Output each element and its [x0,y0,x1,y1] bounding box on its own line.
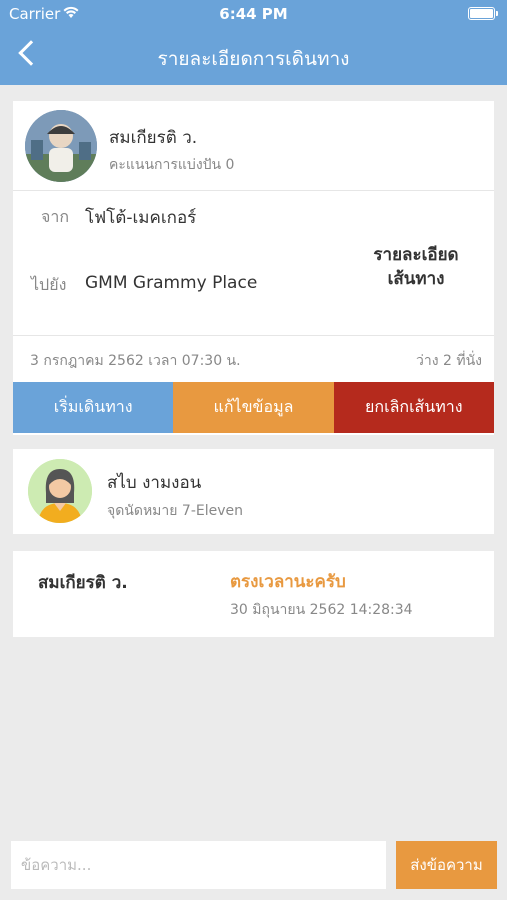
message-card: สมเกียรติ ว. ตรงเวลานะครับ 30 มิถุนายน 2… [13,551,494,637]
trip-date: 3 กรกฎาคม 2562 เวลา 07:30 น. [30,353,241,369]
action-buttons: เริ่มเดินทาง แก้ไขข้อมูล ยกเลิกเส้นทาง [13,382,494,433]
cancel-route-button[interactable]: ยกเลิกเส้นทาง [333,382,494,433]
navigation-bar: Carrier 6:44 PM รายละเอียดการเดินทาง [0,0,507,85]
passenger-card[interactable]: สไบ งามงอน จุดนัดหมาย 7-Eleven [13,449,494,534]
edit-trip-button[interactable]: แก้ไขข้อมูล [173,382,334,433]
driver-photo-icon [25,110,97,182]
status-time: 6:44 PM [219,5,288,23]
driver-score: คะแนนการแบ่งปัน 0 [109,157,235,173]
to-label: ไปยัง [31,275,67,294]
message-timestamp: 30 มิถุนายน 2562 14:28:34 [230,602,413,618]
from-location: โฟโต้-เมคเกอร์ [85,208,197,228]
back-button[interactable] [14,38,46,74]
chevron-left-icon [18,40,44,66]
send-message-button[interactable]: ส่งข้อความ [396,841,497,889]
divider [13,190,494,191]
route-details-label-line1: รายละเอียด [373,245,459,265]
from-label: จาก [41,207,70,226]
driver-name: สมเกียรติ ว. [109,128,198,148]
message-text: ตรงเวลานะครับ [230,572,346,592]
route-details-label-line2: เส้นทาง [387,269,445,289]
start-trip-button[interactable]: เริ่มเดินทาง [13,382,174,433]
to-location: GMM Grammy Place [85,273,258,293]
passenger-name: สไบ งามงอน [107,473,202,493]
driver-avatar [25,110,97,182]
route-details-link[interactable]: รายละเอียด เส้นทาง [366,243,466,291]
user-female-icon [28,459,92,523]
chat-input-bar: ส่งข้อความ [0,830,507,900]
message-sender: สมเกียรติ ว. [38,573,128,593]
seats-available: ว่าง 2 ที่นั่ง [415,353,482,369]
passenger-meeting-point: จุดนัดหมาย 7-Eleven [107,503,244,519]
status-bar: Carrier 6:44 PM [0,0,507,28]
divider [13,335,494,336]
message-input[interactable] [11,841,386,889]
page-title: รายละเอียดการเดินทาง [157,48,350,70]
trip-card: สมเกียรติ ว. คะแนนการแบ่งปัน 0 จาก โฟโต้… [13,101,494,435]
passenger-avatar [28,459,92,523]
battery-icon [468,7,498,20]
